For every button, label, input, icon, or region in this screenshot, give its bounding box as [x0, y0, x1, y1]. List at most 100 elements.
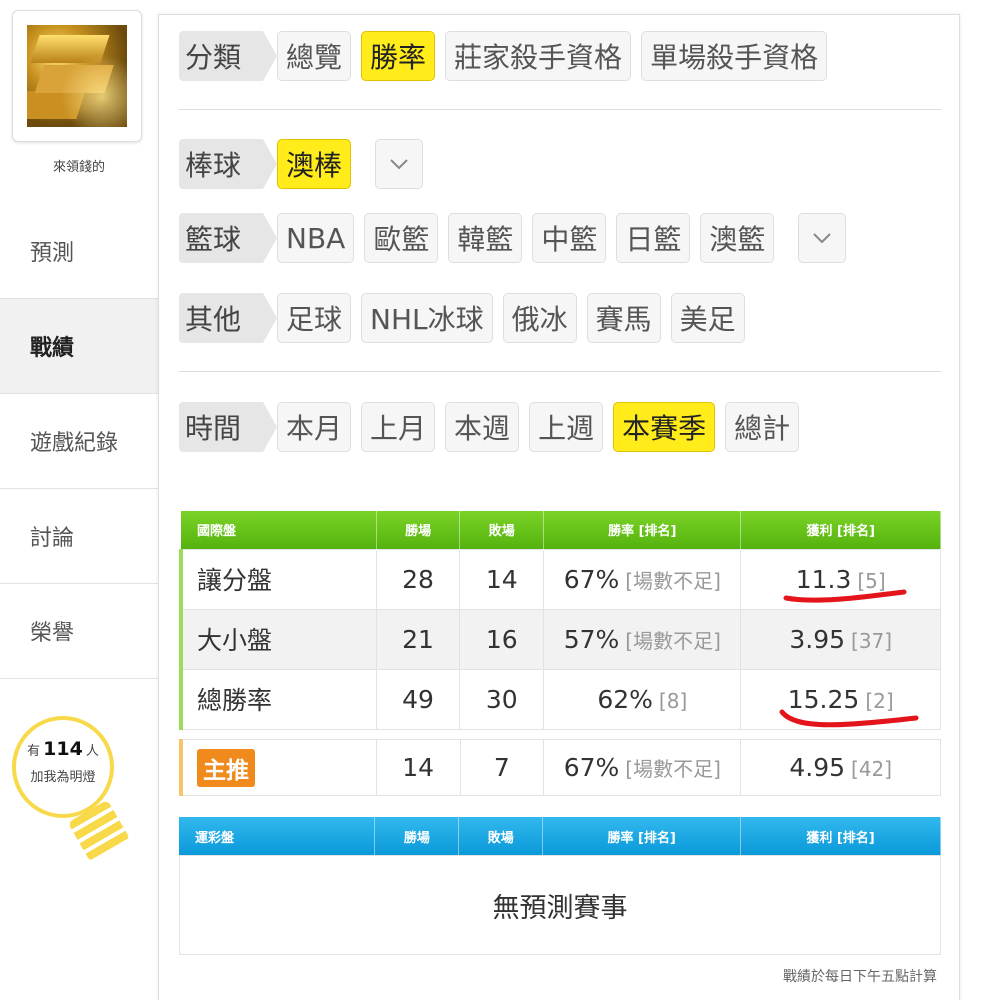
- main-pick-label-cell: 主推: [178, 739, 377, 796]
- chip-last-week[interactable]: 上週: [529, 402, 604, 452]
- nav-item-label: 預測: [30, 241, 75, 266]
- chip-win-rate[interactable]: 勝率: [361, 31, 436, 81]
- profit-rank: [2]: [865, 688, 894, 713]
- profit-value: 3.95: [789, 624, 846, 654]
- nav-item-label: 榮譽: [30, 621, 75, 646]
- record-panel: 分類 總覽 勝率 莊家殺手資格 單場殺手資格 棒球 澳棒 籃球 NBA 歐籃 韓…: [158, 14, 960, 1000]
- chip-korea-basketball[interactable]: 韓籃: [448, 213, 523, 263]
- chip-nhl[interactable]: NHL冰球: [361, 293, 493, 343]
- profit-rank: [42]: [851, 757, 893, 781]
- chip-russia-hockey[interactable]: 俄冰: [502, 293, 577, 343]
- nav-item-label: 戰績: [30, 336, 75, 361]
- win-rate-value: 67%: [563, 564, 620, 594]
- win-rate-cell: 57% [場數不足]: [543, 608, 742, 670]
- table-header-row: 運彩盤 勝場 敗場 勝率 [排名] 獲利 [排名]: [179, 817, 941, 855]
- profit-rank: [37]: [851, 628, 893, 653]
- nav-item-discussion[interactable]: 討論: [0, 489, 158, 584]
- profit-cell: 3.95 [37]: [740, 608, 941, 670]
- nav-item-honor[interactable]: 榮譽: [0, 584, 158, 679]
- header-win-rate: 勝率 [排名]: [542, 817, 742, 855]
- profit-rank: [5]: [857, 568, 886, 593]
- fan-label: 加我為明燈: [30, 770, 96, 785]
- header-market: 運彩盤: [179, 817, 376, 855]
- header-win-rate: 勝率 [排名]: [543, 511, 742, 549]
- losses-cell: 30: [459, 668, 545, 730]
- nav-item-label: 討論: [30, 526, 75, 551]
- profit-value: 4.95: [789, 753, 846, 782]
- chip-last-month[interactable]: 上月: [361, 402, 436, 452]
- win-rate-rank: [8]: [658, 688, 688, 713]
- follow-lightbulb[interactable]: 有 114 人 加我為明燈: [12, 716, 131, 863]
- divider: [179, 371, 941, 372]
- filter-row-category: 分類 總覽 勝率 莊家殺手資格 單場殺手資格: [179, 31, 837, 81]
- basketball-expand-button[interactable]: [798, 213, 847, 263]
- losses-cell: 14: [459, 548, 545, 610]
- header-profit: 獲利 [排名]: [740, 511, 941, 549]
- sidebar-nav: 預測 戰績 遊戲紀錄 討論 榮譽: [0, 204, 158, 679]
- win-rate-value: 57%: [563, 624, 620, 654]
- filter-row-basketball: 籃球 NBA 歐籃 韓籃 中籃 日籃 澳籃: [179, 213, 847, 263]
- chip-overview[interactable]: 總覽: [277, 31, 352, 81]
- chip-this-month[interactable]: 本月: [277, 402, 352, 452]
- win-rate-rank: [場數不足]: [625, 628, 721, 653]
- profit-cell: 4.95 [42]: [740, 739, 941, 796]
- nav-item-label: 遊戲紀錄: [30, 431, 119, 456]
- filter-row-time: 時間 本月 上月 本週 上週 本賽季 總計: [179, 402, 809, 452]
- nav-item-game-log[interactable]: 遊戲紀錄: [0, 394, 158, 489]
- chevron-down-icon: [813, 233, 832, 244]
- header-market: 國際盤: [181, 511, 377, 549]
- chip-japan-basketball[interactable]: 日籃: [616, 213, 691, 263]
- filter-label-baseball: 棒球: [179, 139, 278, 189]
- fan-count-number: 114: [43, 738, 83, 760]
- avatar-image: [27, 25, 127, 127]
- chip-aus-basketball[interactable]: 澳籃: [700, 213, 775, 263]
- table-row: 讓分盤 28 14 67% [場數不足] 11.3 [5]: [178, 548, 941, 610]
- profit-cell: 11.3 [5]: [740, 548, 941, 610]
- sidebar: 來領錢的 預測 戰績 遊戲紀錄 討論 榮譽 有 114 人 加我為明燈: [0, 0, 158, 1000]
- nav-item-record[interactable]: 戰績: [0, 299, 158, 394]
- intl-record-table: 國際盤 勝場 敗場 勝率 [排名] 獲利 [排名] 讓分盤 28 14 67%[…: [178, 511, 941, 730]
- filter-label-other: 其他: [179, 293, 278, 343]
- win-rate-cell: 67% [場數不足]: [543, 739, 742, 796]
- win-rate-cell: 62% [8]: [543, 668, 742, 730]
- chip-nba[interactable]: NBA: [277, 213, 355, 263]
- chip-soccer[interactable]: 足球: [277, 293, 352, 343]
- main-pick-badge: 主推: [197, 748, 255, 787]
- chip-single-killer[interactable]: 單場殺手資格: [641, 31, 828, 81]
- chip-total[interactable]: 總計: [725, 402, 800, 452]
- losses-cell: 16: [459, 608, 545, 670]
- chip-aus-baseball[interactable]: 澳棒: [277, 139, 352, 189]
- wins-cell: 49: [375, 668, 461, 730]
- table-row: 總勝率 49 30 62% [8] 15.25 [2]: [178, 668, 941, 730]
- losses-cell: 7: [459, 739, 545, 796]
- table-row: 大小盤 21 16 57% [場數不足] 3.95 [37]: [178, 608, 941, 670]
- chip-horse-racing[interactable]: 賽馬: [586, 293, 661, 343]
- market-name: 總勝率: [178, 668, 377, 730]
- market-name: 讓分盤: [178, 548, 377, 610]
- header-profit: 獲利 [排名]: [740, 817, 941, 855]
- table-row: 主推 14 7 67% [場數不足] 4.95 [42]: [178, 739, 941, 796]
- win-rate-rank: [場數不足]: [625, 568, 721, 593]
- chip-this-season[interactable]: 本賽季: [613, 402, 716, 452]
- header-wins: 勝場: [376, 511, 461, 549]
- avatar[interactable]: [12, 10, 142, 142]
- username: 來領錢的: [52, 160, 105, 175]
- table-header-row: 國際盤 勝場 敗場 勝率 [排名] 獲利 [排名]: [181, 511, 941, 549]
- chip-banker-killer[interactable]: 莊家殺手資格: [445, 31, 632, 81]
- chip-china-basketball[interactable]: 中籃: [532, 213, 607, 263]
- nav-item-predict[interactable]: 預測: [0, 204, 158, 299]
- baseball-expand-button[interactable]: [375, 139, 424, 189]
- chip-this-week[interactable]: 本週: [445, 402, 520, 452]
- filter-row-baseball: 棒球 澳棒: [179, 139, 424, 189]
- header-losses: 敗場: [459, 511, 545, 549]
- wins-cell: 28: [375, 548, 461, 610]
- chip-american-football[interactable]: 美足: [670, 293, 745, 343]
- filter-label-time: 時間: [179, 402, 278, 452]
- fan-count-suffix: 人: [85, 744, 99, 759]
- chip-euro-basketball[interactable]: 歐籃: [364, 213, 439, 263]
- wins-cell: 21: [375, 608, 461, 670]
- profit-value: 11.3: [795, 564, 852, 594]
- profit-cell: 15.25 [2]: [740, 668, 941, 730]
- divider: [179, 109, 941, 110]
- win-rate-value: 62%: [597, 684, 653, 714]
